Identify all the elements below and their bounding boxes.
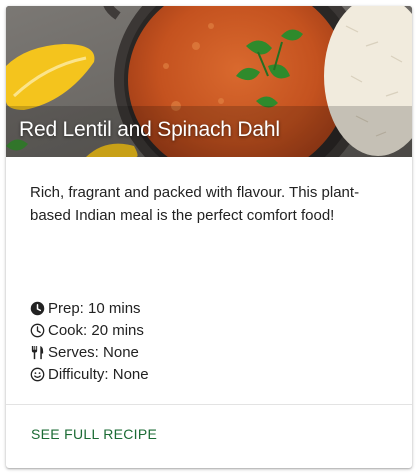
card-actions: SEE FULL RECIPE [6,405,412,468]
utensils-icon [30,345,45,360]
prep-time: Prep: 10 mins [30,297,149,319]
clock-outline-icon [30,323,45,338]
serves-label: Serves: None [48,343,139,361]
recipe-card: Red Lentil and Spinach Dahl Rich, fragra… [6,6,412,468]
difficulty-label: Difficulty: None [48,365,149,383]
smile-icon [30,367,45,382]
serves: Serves: None [30,341,149,363]
clock-filled-icon [30,301,45,316]
cook-time: Cook: 20 mins [30,319,149,341]
prep-time-label: Prep: 10 mins [48,299,141,317]
difficulty: Difficulty: None [30,363,149,385]
see-full-recipe-link[interactable]: SEE FULL RECIPE [31,426,157,442]
recipe-details: Prep: 10 mins Cook: 20 mins Serves: None… [30,297,149,385]
recipe-title: Red Lentil and Spinach Dahl [19,118,280,141]
cook-time-label: Cook: 20 mins [48,321,144,339]
recipe-description: Rich, fragrant and packed with flavour. … [30,184,360,224]
recipe-image: Red Lentil and Spinach Dahl [6,6,412,157]
card-content: Rich, fragrant and packed with flavour. … [6,157,412,404]
